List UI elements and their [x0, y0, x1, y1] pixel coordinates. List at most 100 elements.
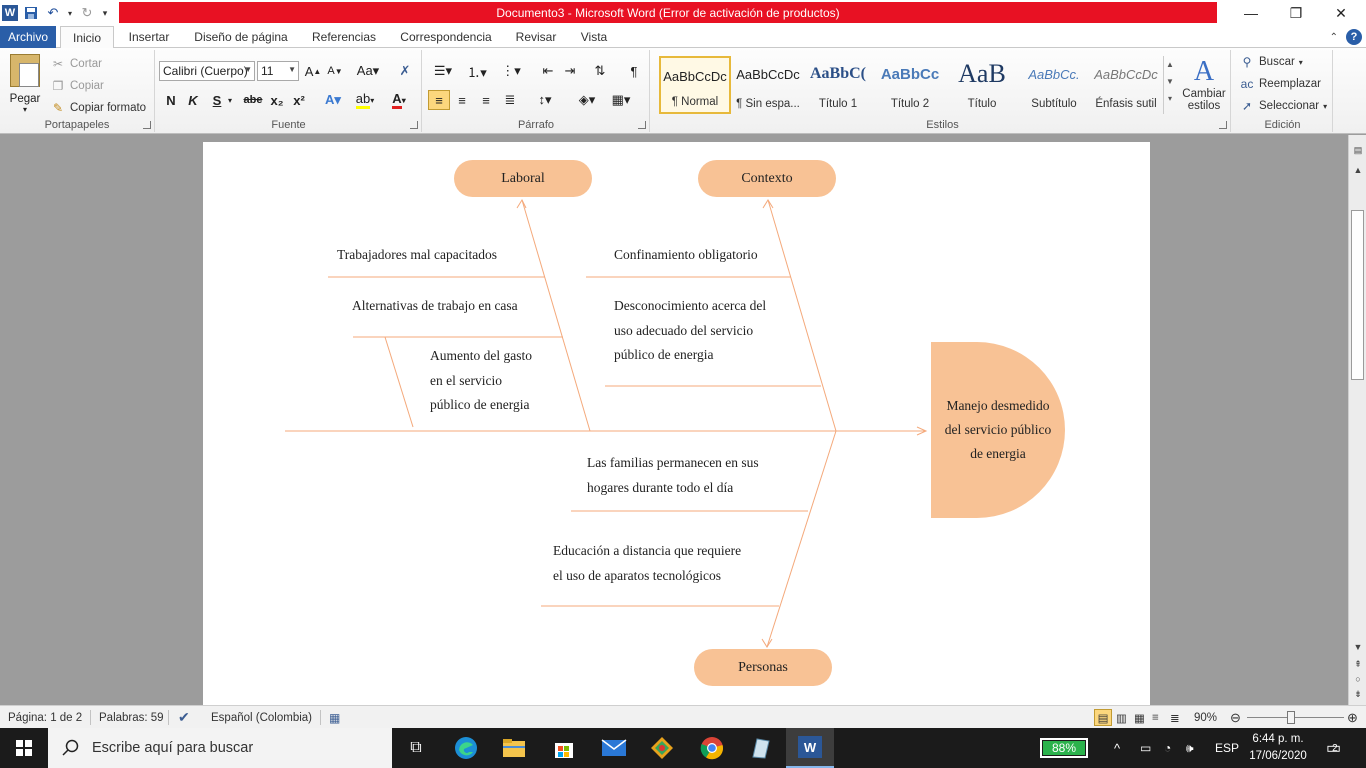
- scroll-down-icon[interactable]: ▼: [1351, 640, 1365, 654]
- scroll-thumb[interactable]: [1351, 210, 1364, 380]
- bullets-icon[interactable]: ☰▾: [429, 61, 457, 81]
- tab-referencias[interactable]: Referencias: [302, 26, 386, 48]
- borders-icon[interactable]: ▦▾: [607, 90, 635, 110]
- minimize-button[interactable]: —: [1228, 0, 1274, 26]
- tab-diseno-pagina[interactable]: Diseño de página: [184, 26, 298, 48]
- mail-icon[interactable]: [590, 728, 638, 768]
- outline-view-icon[interactable]: ≡: [1152, 706, 1159, 729]
- style-titulo[interactable]: AaB Título: [946, 56, 1018, 114]
- change-styles-button[interactable]: A Cambiar estilos: [1179, 56, 1229, 112]
- ruler-toggle-icon[interactable]: ▤: [1351, 143, 1365, 157]
- taskbar-search[interactable]: Escribe aquí para buscar: [48, 728, 392, 768]
- volume-icon[interactable]: 🕪: [1186, 728, 1194, 768]
- windows-start-icon[interactable]: [0, 728, 48, 768]
- notifications-icon[interactable]: ▭ 2: [1326, 728, 1341, 768]
- font-color-icon[interactable]: A ▾: [386, 90, 412, 110]
- shrink-font-icon[interactable]: A ▼: [324, 61, 346, 81]
- notes-app-icon[interactable]: [736, 728, 784, 768]
- align-right-button[interactable]: ≡: [475, 90, 497, 110]
- tab-inicio[interactable]: Inicio: [60, 26, 114, 49]
- page-count[interactable]: Página: 1 de 2: [8, 706, 82, 729]
- cut-button[interactable]: ✂ Cortar: [50, 54, 102, 74]
- italic-button[interactable]: K: [182, 90, 204, 110]
- undo-dropdown-icon[interactable]: ▾: [66, 4, 74, 22]
- clock[interactable]: 6:44 p. m. 17/06/2020: [1244, 731, 1312, 765]
- undo-icon[interactable]: ↶: [44, 4, 62, 22]
- justify-button[interactable]: ≣: [499, 90, 521, 110]
- font-name-select[interactable]: Calibri (Cuerpo) ▼: [159, 61, 255, 81]
- subscript-button[interactable]: x₂: [266, 90, 288, 110]
- chevron-up-icon[interactable]: ▲: [1166, 60, 1174, 69]
- shading-icon[interactable]: ◈▾: [573, 90, 601, 110]
- scroll-up-icon[interactable]: ▲: [1351, 163, 1365, 177]
- tab-revisar[interactable]: Revisar: [506, 26, 566, 48]
- sort-icon[interactable]: ⇅: [589, 61, 611, 81]
- browse-object-icon[interactable]: ○: [1351, 672, 1365, 686]
- document-page[interactable]: Laboral Contexto Personas Manejo desmedi…: [203, 142, 1150, 705]
- more-styles-icon[interactable]: ▾: [1168, 94, 1172, 103]
- customize-qat-icon[interactable]: ▾: [100, 4, 110, 22]
- highlight-icon[interactable]: ab ▾: [352, 90, 378, 110]
- superscript-button[interactable]: x²: [288, 90, 310, 110]
- file-explorer-icon[interactable]: [490, 728, 538, 768]
- chevron-up-icon[interactable]: ^: [1114, 728, 1120, 768]
- tab-archivo[interactable]: Archivo: [0, 26, 56, 48]
- collapse-ribbon-icon[interactable]: ⌃: [1330, 32, 1338, 43]
- save-icon[interactable]: [22, 4, 40, 22]
- tab-vista[interactable]: Vista: [570, 26, 618, 48]
- word-logo-icon[interactable]: W: [2, 5, 18, 21]
- increase-indent-icon[interactable]: ⇥: [559, 61, 581, 81]
- replace-button[interactable]: ac Reemplazar: [1239, 74, 1321, 94]
- style-normal[interactable]: AaBbCcDc ¶ Normal: [659, 56, 731, 114]
- web-layout-view-icon[interactable]: ▦: [1134, 706, 1145, 729]
- wifi-icon[interactable]: ◔: [1164, 728, 1171, 768]
- language-indicator[interactable]: ESP: [1215, 728, 1239, 768]
- font-launcher-icon[interactable]: [410, 121, 418, 129]
- find-button[interactable]: ⚲ Buscar ▾: [1239, 52, 1303, 72]
- format-painter-button[interactable]: ✎ Copiar formato: [50, 98, 146, 118]
- align-left-button[interactable]: ≡: [428, 90, 450, 110]
- tab-correspondencia[interactable]: Correspondencia: [390, 26, 502, 48]
- paragraph-launcher-icon[interactable]: [638, 121, 646, 129]
- numbering-icon[interactable]: ⒈▾: [463, 61, 491, 81]
- paste-button[interactable]: Pegar ▾: [6, 54, 44, 114]
- edge-icon[interactable]: [442, 728, 490, 768]
- battery-icon[interactable]: ▭: [1140, 728, 1151, 768]
- style-enfasis-sutil[interactable]: AaBbCcDc Énfasis sutil: [1090, 56, 1162, 114]
- word-taskbar-icon[interactable]: W: [786, 728, 834, 768]
- strikethrough-button[interactable]: abe: [240, 90, 266, 110]
- print-layout-view-icon[interactable]: ▤: [1094, 709, 1112, 726]
- close-button[interactable]: ✕: [1318, 0, 1364, 26]
- store-icon[interactable]: [540, 728, 588, 768]
- battery-indicator[interactable]: 88%: [1040, 738, 1088, 758]
- vertical-scrollbar[interactable]: ▤ ▲ ▼ ⇞ ○ ⇟: [1348, 135, 1366, 705]
- maximize-button[interactable]: ❐: [1273, 0, 1319, 26]
- styles-launcher-icon[interactable]: [1219, 121, 1227, 129]
- font-size-select[interactable]: 11 ▼: [257, 61, 299, 81]
- zoom-slider-thumb[interactable]: [1287, 711, 1295, 724]
- reading-view-icon[interactable]: ▥: [1116, 706, 1127, 729]
- style-subtitulo[interactable]: AaBbCc. Subtítulo: [1018, 56, 1090, 114]
- language-status[interactable]: Español (Colombia): [211, 706, 312, 729]
- proofing-icon[interactable]: ✔: [178, 706, 190, 729]
- paste-dropdown-icon[interactable]: ▾: [23, 105, 27, 114]
- style-titulo-1[interactable]: AaBbC( Título 1: [802, 56, 874, 114]
- multilevel-list-icon[interactable]: ⋮▾: [497, 61, 525, 81]
- macro-record-icon[interactable]: ▦: [329, 706, 340, 729]
- redo-icon[interactable]: ↻: [78, 4, 96, 22]
- previous-page-icon[interactable]: ⇞: [1351, 657, 1365, 671]
- zoom-in-icon[interactable]: ⊕: [1347, 706, 1358, 729]
- chevron-down-icon[interactable]: ▼: [1166, 77, 1174, 86]
- clear-format-icon[interactable]: ✗: [394, 61, 416, 81]
- styles-scroll[interactable]: ▲ ▼ ▾: [1163, 56, 1176, 114]
- style-titulo-2[interactable]: AaBbCc Título 2: [874, 56, 946, 114]
- align-center-button[interactable]: ≡: [451, 90, 473, 110]
- zoom-slider-track[interactable]: [1247, 717, 1344, 718]
- select-button[interactable]: ➚ Seleccionar ▾: [1239, 96, 1327, 116]
- grow-font-icon[interactable]: A ▲: [302, 61, 324, 81]
- decrease-indent-icon[interactable]: ⇤: [537, 61, 559, 81]
- copy-button[interactable]: ❐ Copiar: [50, 76, 104, 96]
- chrome-icon[interactable]: [688, 728, 736, 768]
- zoom-level[interactable]: 90%: [1194, 706, 1217, 729]
- text-effects-icon[interactable]: A▾: [320, 90, 346, 110]
